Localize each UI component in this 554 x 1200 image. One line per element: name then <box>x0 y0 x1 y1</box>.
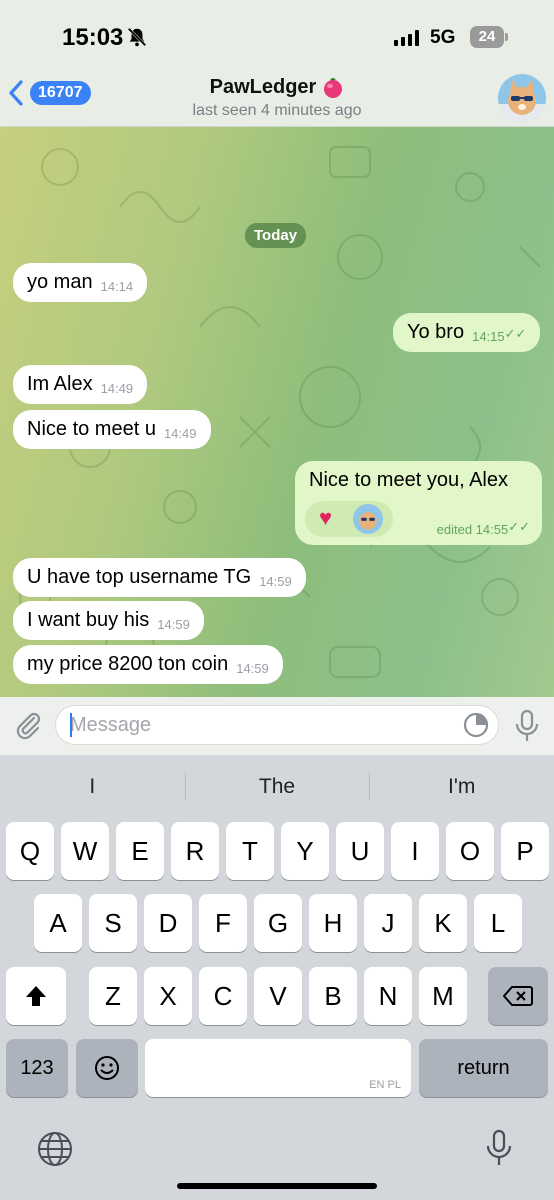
message-input[interactable] <box>55 705 499 745</box>
key-h[interactable]: H <box>309 894 357 952</box>
emoji-key[interactable] <box>76 1039 138 1097</box>
message-text: I want buy his <box>27 609 150 631</box>
message-time: 14:59 <box>236 661 269 676</box>
suggestion-item[interactable]: I'm <box>369 769 554 805</box>
text-cursor <box>70 713 72 737</box>
return-key[interactable]: return <box>419 1039 548 1097</box>
message-bubble-outgoing[interactable]: Yo bro 14:15✓✓ <box>393 313 541 352</box>
key-j[interactable]: J <box>364 894 412 952</box>
message-time: 14:49 <box>100 381 134 396</box>
message-bubble-incoming[interactable]: U have top username TG 14:59 <box>13 558 306 597</box>
shift-arrow-icon <box>26 986 46 1006</box>
numbers-key[interactable]: 123 <box>6 1039 68 1097</box>
message-text: Im Alex <box>27 373 93 395</box>
signal-icon <box>394 30 419 46</box>
space-key[interactable]: EN PL <box>145 1039 411 1097</box>
chat-title-block[interactable]: PawLedger last seen 4 minutes ago <box>150 76 404 120</box>
key-n[interactable]: N <box>364 967 412 1025</box>
key-l[interactable]: L <box>474 894 522 952</box>
key-o[interactable]: O <box>446 822 494 880</box>
message-time: 14:15 <box>472 329 505 344</box>
message-time: 14:59 <box>157 617 190 632</box>
status-time: 15:03 <box>62 24 124 51</box>
cat-avatar-icon <box>498 74 546 122</box>
message-text: Nice to meet u <box>27 418 156 440</box>
silent-bell-icon <box>127 27 147 47</box>
key-r[interactable]: R <box>171 822 219 880</box>
message-bubble-incoming[interactable]: I want buy his 14:59 <box>13 601 204 640</box>
key-v[interactable]: V <box>254 967 302 1025</box>
message-time: 14:59 <box>259 574 292 589</box>
globe-icon[interactable] <box>36 1130 74 1168</box>
chat-header: 16707 PawLedger last seen 4 minutes ago <box>0 72 554 127</box>
message-text: my price 8200 ton coin <box>27 653 229 675</box>
key-c[interactable]: C <box>199 967 247 1025</box>
emoji-status-icon <box>324 77 343 98</box>
key-w[interactable]: W <box>61 822 109 880</box>
read-checkmarks-icon: ✓✓ <box>504 326 527 341</box>
message-text: Nice to meet you, Alex <box>309 469 508 491</box>
chat-area[interactable]: Today yo man 14:14 Yo bro 14:15✓✓ Im Alex 1… <box>0 127 554 697</box>
backspace-icon <box>502 986 533 1006</box>
read-checkmarks-icon: ✓✓ <box>508 519 530 534</box>
message-time: edited 14:55 <box>436 522 509 537</box>
date-separator: Today <box>245 223 307 248</box>
back-button[interactable]: 16707 <box>6 78 91 108</box>
home-indicator <box>177 1183 377 1189</box>
key-x[interactable]: X <box>144 967 192 1025</box>
status-bar: 15:03 5G 24 <box>0 0 554 72</box>
message-text: yo man <box>27 271 93 293</box>
suggestion-bar: I The I'm <box>0 769 554 805</box>
message-bubble-incoming[interactable]: my price 8200 ton coin 14:59 <box>13 645 283 684</box>
dictation-mic-icon[interactable] <box>484 1128 514 1168</box>
key-q[interactable]: Q <box>6 822 54 880</box>
emoji-icon <box>95 1056 119 1080</box>
key-b[interactable]: B <box>309 967 357 1025</box>
key-e[interactable]: E <box>116 822 164 880</box>
message-bubble-outgoing[interactable]: Nice to meet you, Alex ♥ edited 14:55✓✓ <box>295 461 542 545</box>
message-text: Yo bro <box>407 321 465 343</box>
unread-count-badge: 16707 <box>30 81 91 105</box>
shift-key[interactable] <box>6 967 66 1025</box>
key-g[interactable]: G <box>254 894 302 952</box>
red-heart-icon: ♥ <box>319 505 333 530</box>
paperclip-icon[interactable] <box>12 709 44 741</box>
message-bubble-incoming[interactable]: yo man 14:14 <box>13 263 148 302</box>
suggestion-item[interactable]: I <box>0 769 185 805</box>
chat-status: last seen 4 minutes ago <box>192 102 362 119</box>
key-i[interactable]: I <box>391 822 439 880</box>
reaction-chip[interactable]: ♥ <box>305 501 393 537</box>
message-bubble-incoming[interactable]: Im Alex 14:49 <box>13 365 148 404</box>
suggestion-item[interactable]: The <box>184 769 370 805</box>
chat-title: PawLedger <box>209 76 317 98</box>
message-time: 14:14 <box>100 279 134 294</box>
message-bubble-incoming[interactable]: Nice to meet u 14:49 <box>13 410 211 449</box>
network-type: 5G <box>430 27 456 48</box>
key-m[interactable]: M <box>419 967 467 1025</box>
composer-bar <box>0 697 554 755</box>
key-k[interactable]: K <box>419 894 467 952</box>
battery-icon: 24 <box>470 26 508 48</box>
key-d[interactable]: D <box>144 894 192 952</box>
chevron-left-icon <box>9 80 23 106</box>
microphone-icon[interactable] <box>512 709 542 743</box>
message-time: 14:49 <box>163 426 197 441</box>
reactor-avatar <box>353 504 383 534</box>
key-t[interactable]: T <box>226 822 274 880</box>
key-a[interactable]: A <box>34 894 82 952</box>
key-f[interactable]: F <box>199 894 247 952</box>
sticker-icon[interactable] <box>462 711 490 739</box>
key-p[interactable]: P <box>501 822 549 880</box>
key-y[interactable]: Y <box>281 822 329 880</box>
backspace-key[interactable] <box>488 967 548 1025</box>
key-z[interactable]: Z <box>89 967 137 1025</box>
key-s[interactable]: S <box>89 894 137 952</box>
key-u[interactable]: U <box>336 822 384 880</box>
keyboard-languages: EN PL <box>369 1079 401 1091</box>
message-text: U have top username TG <box>27 566 252 588</box>
avatar[interactable] <box>498 74 546 122</box>
